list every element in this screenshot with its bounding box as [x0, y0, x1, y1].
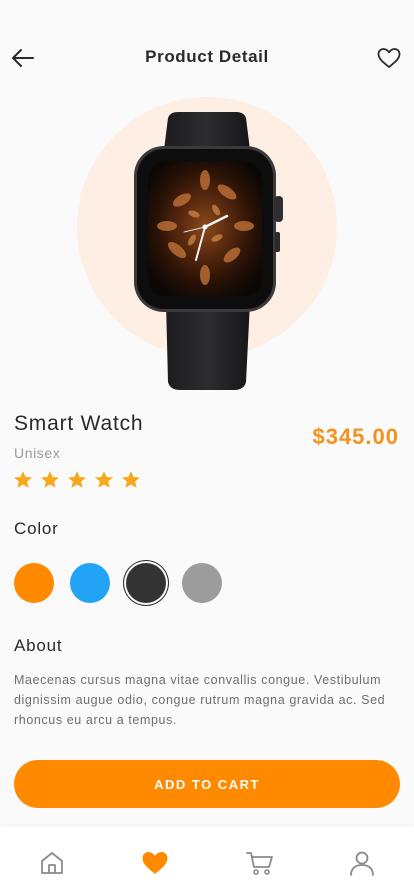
nav-item-home[interactable] [37, 848, 67, 878]
star-icon [14, 471, 32, 488]
favorite-button[interactable] [376, 46, 402, 70]
nav-item-cart[interactable] [245, 848, 275, 878]
about-section-label: About [14, 636, 63, 655]
color-swatch[interactable] [70, 563, 110, 603]
product-image-area [0, 90, 414, 395]
product-detail-screen: Product Detail Smart Watch Unisex $345.0… [0, 0, 414, 896]
product-price: $345.00 [312, 424, 399, 449]
nav-item-profile[interactable] [347, 848, 377, 878]
smart-watch-image [134, 112, 283, 390]
header: Product Detail [0, 36, 414, 80]
add-to-cart-button[interactable]: ADD TO CART [14, 760, 400, 808]
bottom-navigation [0, 826, 414, 896]
home-icon [41, 852, 63, 874]
star-icon [122, 471, 140, 488]
heart-icon [142, 852, 168, 874]
color-swatch[interactable] [14, 563, 54, 603]
star-icon [41, 471, 59, 488]
user-icon [350, 851, 374, 876]
about-description: Maecenas cursus magna vitae convallis co… [14, 673, 386, 727]
color-swatch[interactable] [182, 563, 222, 603]
nav-item-favorites[interactable] [140, 848, 170, 878]
cart-icon [246, 852, 273, 875]
page-title: Product Detail [145, 47, 269, 66]
star-icon [95, 471, 113, 488]
star-icon [68, 471, 86, 488]
product-category: Unisex [14, 445, 61, 461]
color-swatch-selected[interactable] [126, 563, 166, 603]
product-name: Smart Watch [14, 412, 144, 435]
heart-outline-icon [377, 48, 401, 68]
color-section-label: Color [14, 519, 59, 538]
rating-stars [13, 470, 141, 490]
